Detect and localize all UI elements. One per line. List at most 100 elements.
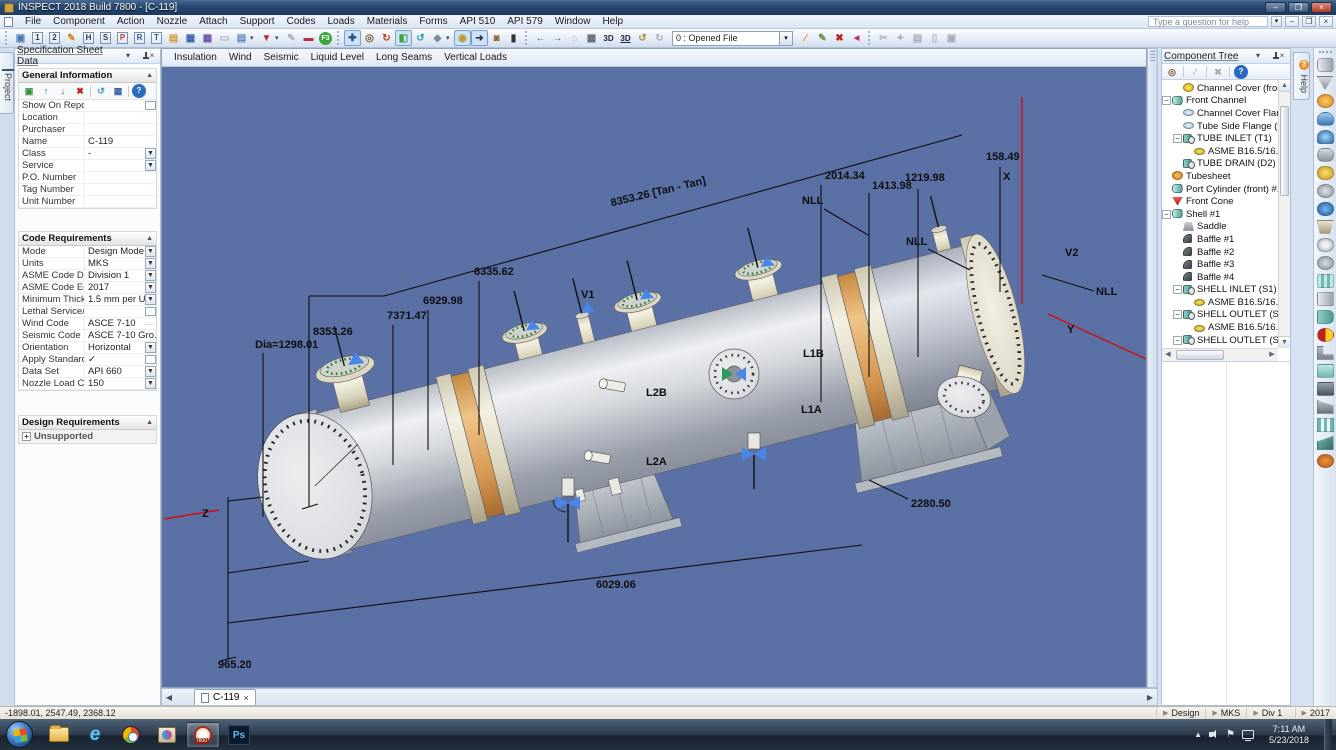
panel-menu-icon[interactable]: ▾ [1252, 50, 1264, 62]
gallery-circle-orange-icon[interactable] [1316, 454, 1334, 468]
property-row[interactable]: Show On Repo... ▼ ... [19, 100, 156, 112]
property-row[interactable]: Lethal Service/... ▼ ... [19, 306, 156, 318]
document-tab[interactable]: C-119 × [194, 689, 256, 705]
tab-close-icon[interactable]: × [244, 693, 249, 703]
property-row[interactable]: Minimum Thick... 1.5 mm per UG ▼ ... [19, 294, 156, 306]
delete-icon[interactable]: ✖ [831, 30, 848, 46]
ribbon-item[interactable]: Vertical Loads [438, 51, 513, 64]
tree-item[interactable]: − TUBE DRAIN (D2) [1162, 158, 1276, 171]
mdi-minimize-button[interactable]: – [1285, 16, 1299, 27]
save-icon[interactable]: ▦ [182, 30, 199, 46]
checkbox[interactable] [145, 307, 156, 316]
dropdown-icon[interactable]: ▼ [145, 342, 156, 353]
refresh-model-icon[interactable]: ↺ [412, 30, 429, 46]
undo-icon[interactable]: ↺ [634, 30, 651, 46]
gallery-bracket-icon[interactable] [1316, 346, 1334, 360]
toolbar-grip[interactable] [5, 31, 9, 45]
gallery-saddle-icon[interactable] [1316, 436, 1334, 450]
tree-expander-icon[interactable]: − [1173, 310, 1182, 320]
move-up-icon[interactable]: ↑ [39, 84, 53, 98]
shell-button-icon[interactable]: S [97, 30, 114, 46]
home-icon[interactable]: ⌂ [566, 30, 583, 46]
tree-item[interactable]: − Front Channel [1162, 95, 1274, 108]
dropdown-icon[interactable]: ▼ [145, 282, 156, 293]
opened-file-combo[interactable]: 0 : Opened File ▾ [672, 30, 793, 46]
report-icon[interactable]: ▬ [300, 30, 317, 46]
find-icon[interactable]: ◎ [1165, 65, 1179, 79]
gallery-head-orange-icon[interactable] [1316, 94, 1334, 108]
status-segment[interactable]: ▶ 2017 [1294, 708, 1336, 718]
tree-expander-icon[interactable]: − [1173, 335, 1182, 345]
camera-icon[interactable]: ◙ [488, 30, 505, 46]
combo-dropdown-icon[interactable]: ▾ [780, 30, 793, 46]
browse-icon[interactable]: ... [145, 320, 156, 327]
toolbar-grip[interactable] [868, 31, 872, 45]
dropdown-icon[interactable]: ▼ [145, 270, 156, 281]
gallery-head-dome-blue-icon[interactable] [1316, 130, 1334, 144]
ribbon-item[interactable]: Wind [223, 51, 258, 64]
clip-icon[interactable]: ▯ [926, 30, 943, 46]
help-icon[interactable]: ? [132, 84, 146, 98]
menu-item[interactable]: Window [549, 15, 597, 28]
unsupported-row[interactable]: + Unsupported [19, 430, 156, 443]
dropdown-arrow-icon[interactable]: ▾ [446, 30, 454, 46]
tree-expander-icon[interactable]: − [1162, 209, 1171, 219]
menu-item[interactable]: Forms [413, 15, 453, 28]
draw-line-icon[interactable]: ∕ [797, 30, 814, 46]
redo-icon[interactable]: ↻ [651, 30, 668, 46]
dropdown-arrow-icon[interactable]: ▾ [275, 30, 283, 46]
list-icon[interactable]: ▤ [909, 30, 926, 46]
taskbar-chrome-icon[interactable] [114, 722, 148, 748]
dropdown-icon[interactable]: ▼ [145, 378, 156, 389]
restore-button[interactable]: ❐ [1288, 2, 1309, 13]
dropdown-icon[interactable]: ▼ [145, 366, 156, 377]
menu-item[interactable]: Attach [193, 15, 233, 28]
menu-item[interactable]: File [19, 15, 47, 28]
head-button-icon[interactable]: H [80, 30, 97, 46]
shade-icon[interactable]: ▮ [505, 30, 522, 46]
tree-item[interactable]: − Channel Cover Flange [1162, 107, 1290, 120]
property-row[interactable]: Nozzle Load Cl... 150 ▼ ... [19, 378, 156, 390]
dropdown-arrow-icon[interactable]: ▾ [250, 30, 258, 46]
open-file-icon[interactable]: ▤ [165, 30, 182, 46]
gallery-shell-gray-icon[interactable] [1316, 292, 1334, 306]
action-center-flag-icon[interactable]: ⚑ [1226, 729, 1235, 740]
ribbon-item[interactable]: Insulation [168, 51, 223, 64]
pipe-button-icon[interactable]: P [114, 30, 131, 46]
tree-vertical-scrollbar[interactable]: ▲ ▼ [1278, 80, 1290, 348]
property-row[interactable]: P.O. Number ▼ ... [19, 172, 156, 184]
expand-icon[interactable]: + [22, 432, 31, 441]
taskbar-design-app-icon[interactable] [150, 722, 184, 748]
dropdown-icon[interactable]: ▼ [145, 160, 156, 171]
scroll-left-icon[interactable]: ◀ [1162, 349, 1174, 361]
tree-item[interactable]: − Baffle #3 [1162, 258, 1274, 271]
back-icon[interactable]: ← [532, 30, 549, 46]
menu-item[interactable]: Nozzle [151, 15, 194, 28]
network-icon[interactable] [1241, 730, 1254, 741]
property-row[interactable]: Data Set API 660 ▼ ... [19, 366, 156, 378]
view-3d-icon[interactable]: 3D [600, 30, 617, 46]
tree-property-grid[interactable] [1162, 362, 1290, 704]
help-dropdown-icon[interactable]: ▾ [1271, 16, 1282, 27]
tree-item[interactable]: − Shell #1 [1162, 208, 1274, 221]
toolbar-grip[interactable] [337, 31, 341, 45]
tray-expand-icon[interactable]: ▲ [1194, 730, 1202, 739]
gallery-flange-gold-icon[interactable] [1316, 166, 1334, 180]
checkbox[interactable] [145, 101, 156, 110]
gallery-grip[interactable] [1318, 51, 1332, 54]
tree-expander-icon[interactable]: − [1173, 134, 1182, 144]
volume-icon[interactable] [1208, 730, 1219, 739]
insert-nozzle-icon[interactable]: ◄ [848, 30, 865, 46]
menu-item[interactable]: Action [111, 15, 151, 28]
property-row[interactable]: Apply Standard... ✓ ▼ ... [19, 354, 156, 366]
view-1-icon[interactable]: 1 [29, 30, 46, 46]
gallery-exchanger-icon[interactable] [1316, 274, 1334, 288]
ring-button-icon[interactable]: R [131, 30, 148, 46]
taskbar-clock[interactable]: 7:11 AM 5/23/2018 [1261, 724, 1317, 745]
gallery-head-gray-icon[interactable] [1316, 184, 1334, 198]
status-segment[interactable]: ▶ Div 1 [1246, 708, 1288, 718]
tree-item[interactable]: − Tube Side Flange (fron [1162, 120, 1290, 133]
gallery-legs-icon[interactable] [1316, 418, 1334, 432]
scrollbar-thumb[interactable] [1280, 106, 1289, 196]
edit-icon[interactable]: ∕ [1188, 65, 1202, 79]
